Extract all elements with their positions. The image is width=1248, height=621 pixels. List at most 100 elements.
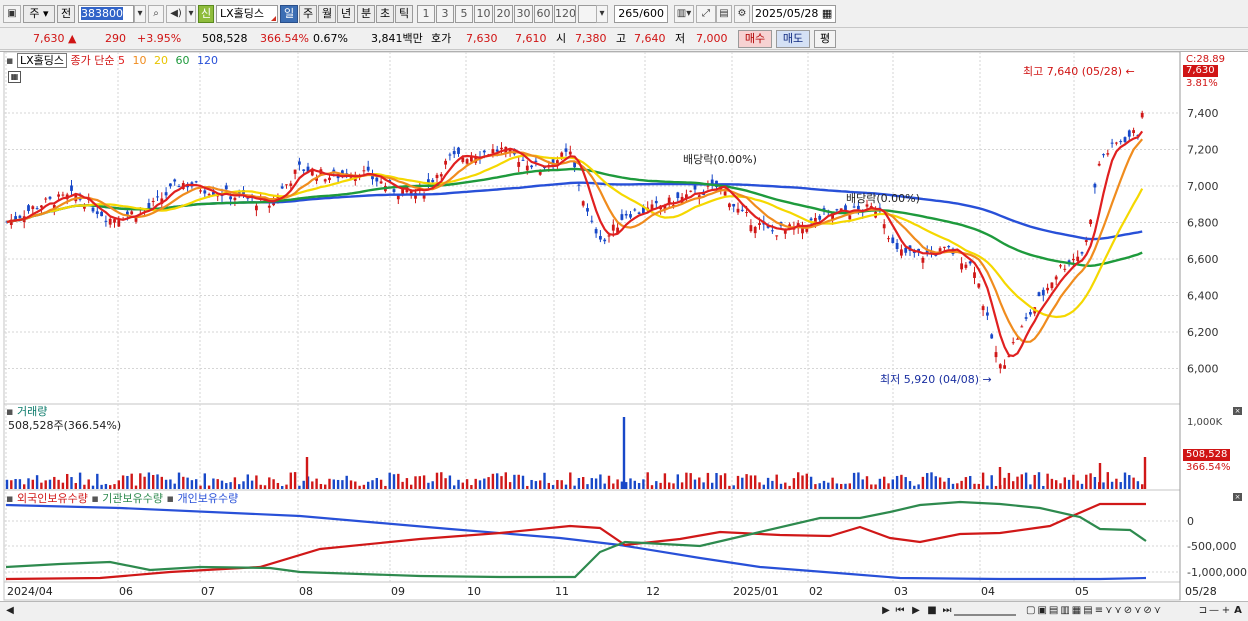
period-tick-button[interactable]: 틱 — [395, 5, 413, 23]
volume-bar — [156, 474, 159, 489]
candle-type-icon[interactable]: ▥▾ — [674, 5, 694, 23]
period-minute-button[interactable]: 분 — [357, 5, 375, 23]
period-week-button[interactable]: 주 — [299, 5, 317, 23]
interval-60-button[interactable]: 60 — [534, 5, 553, 23]
chart-canvas[interactable]: 7,400 7,200 7,000 6,800 6,600 6,400 6,200 6,000… — [0, 52, 1248, 602]
individual-holdings-label[interactable]: 개인보유수량 — [177, 492, 238, 505]
ma-5-label[interactable]: 5 — [118, 54, 125, 67]
table-view-icon[interactable]: ▦ — [8, 71, 21, 83]
candle-body — [130, 211, 134, 215]
stock-name-box[interactable]: LX홀딩스 — [16, 53, 67, 68]
speaker-icon[interactable]: ◀) — [166, 5, 186, 23]
volume-bar — [646, 472, 649, 489]
count-field[interactable]: 265/600 — [614, 5, 668, 23]
date-input[interactable]: 2025/05/28 ▦ — [752, 5, 836, 23]
scroll-left-icon[interactable]: ◀ — [4, 605, 16, 619]
interval-1-button[interactable]: 1 — [417, 5, 435, 23]
volume-bar — [220, 480, 224, 489]
stock-code-input[interactable]: 383800 — [78, 5, 134, 23]
volume-bar — [190, 480, 194, 489]
candle-body — [620, 214, 624, 220]
candle-body — [379, 181, 383, 184]
foreign-holdings-label[interactable]: 외국인보유수량 — [17, 492, 88, 505]
volume-bar — [650, 485, 654, 489]
volume-bar — [887, 483, 890, 489]
candle-body — [280, 186, 284, 189]
scroll-play-icon[interactable]: ▶ — [910, 605, 922, 619]
interval-3-button[interactable]: 3 — [436, 5, 454, 23]
speaker-dropdown-icon[interactable]: ▾ — [186, 5, 196, 23]
interval-20-button[interactable]: 20 — [494, 5, 513, 23]
credit-badge[interactable]: 신 — [198, 5, 214, 23]
gear-icon[interactable]: ⚙ — [734, 5, 750, 23]
chart-area[interactable]: 7,400 7,200 7,000 6,800 6,600 6,400 6,200 6,000… — [0, 51, 1248, 601]
code-dropdown-icon[interactable]: ▾ — [134, 5, 146, 23]
sell-button[interactable]: 매도 — [776, 30, 810, 48]
volume-bar — [298, 485, 301, 489]
zoom-out-icon[interactable]: — — [1208, 605, 1220, 619]
zoom-fit-icon[interactable]: ⊐ — [1198, 605, 1208, 619]
volume-bar — [956, 483, 959, 489]
scroll-first-icon[interactable]: ⏮ — [894, 605, 906, 619]
volume-bar — [642, 479, 645, 489]
period-second-button[interactable]: 초 — [376, 5, 394, 23]
ma-10-label[interactable]: 10 — [132, 54, 146, 67]
candle-body — [1119, 141, 1123, 143]
volume-bar — [908, 481, 912, 489]
interval-30-button[interactable]: 30 — [514, 5, 533, 23]
volume-bar — [1067, 479, 1071, 489]
calendar-icon[interactable]: ▦ — [822, 7, 832, 20]
holdings-close-icon[interactable]: × — [1233, 493, 1242, 501]
volume-bar — [680, 482, 684, 489]
zoom-in-icon[interactable]: + — [1220, 605, 1232, 619]
volume-value: 508,528 — [202, 32, 248, 45]
scroll-end-icon[interactable]: ⏭ — [941, 605, 953, 619]
buy-button[interactable]: 매수 — [738, 30, 772, 48]
scroll-stop-icon[interactable]: ■ — [926, 605, 938, 619]
average-button[interactable]: 평 — [814, 30, 836, 48]
price-y-tick: 7,200 — [1187, 144, 1219, 157]
volume-bar — [87, 479, 90, 489]
zoom-slider[interactable] — [954, 608, 1016, 616]
volume-close-icon[interactable]: × — [1233, 407, 1242, 415]
volume-bar — [818, 483, 821, 489]
interval-5-button[interactable]: 5 — [455, 5, 473, 23]
layout-icon[interactable]: ▣ — [3, 5, 21, 23]
candle-body — [203, 190, 207, 194]
price-change-pct: +3.95% — [137, 32, 182, 45]
x-tick-label: 2025/01 — [733, 585, 779, 598]
interval-10-button[interactable]: 10 — [474, 5, 493, 23]
ma-120-label[interactable]: 120 — [197, 54, 218, 67]
candle-body — [1089, 219, 1092, 225]
volume-bar — [870, 484, 873, 489]
candle-body — [981, 306, 985, 311]
candle-body — [18, 215, 22, 218]
save-icon[interactable]: ▤ — [716, 5, 732, 23]
chart-scrollbar[interactable]: ◀ ▶ ⏮ ▶ ■ ⏭ ▢▣▤▥▦▤≡⋎⋎⊘⋎⊘⋎ ⊐ — + A — [0, 601, 1248, 621]
period-month-button[interactable]: 월 — [318, 5, 336, 23]
volume-bar — [362, 484, 366, 489]
scroll-right-icon[interactable]: ▶ — [880, 605, 892, 619]
period-year-button[interactable]: 년 — [337, 5, 355, 23]
volume-bar — [590, 478, 593, 489]
volume-bar — [440, 472, 443, 489]
volume-bar — [792, 478, 796, 489]
interval-dropdown-icon[interactable]: ▾ — [596, 5, 608, 23]
candle-body — [1093, 183, 1097, 188]
institution-holdings-label[interactable]: 기관보유수량 — [102, 492, 163, 505]
ma-20-label[interactable]: 20 — [154, 54, 168, 67]
volume-pct-tag: 366.54% — [1186, 462, 1231, 473]
interval-120-button[interactable]: 120 — [554, 5, 576, 23]
ma-60-label[interactable]: 60 — [175, 54, 189, 67]
period-day-button[interactable]: 일 — [280, 5, 298, 23]
search-icon[interactable]: ⌕ — [148, 5, 164, 23]
font-size-icon[interactable]: A — [1232, 605, 1244, 619]
period-primary-select[interactable]: 주 ▾ — [23, 5, 55, 23]
stock-name-field[interactable]: LX홀딩스 — [216, 5, 278, 23]
volume-title[interactable]: 거래량 — [17, 405, 47, 418]
volume-bar — [461, 482, 464, 489]
tool-icons[interactable]: ▢▣▤▥▦▤≡⋎⋎⊘⋎⊘⋎ — [1026, 605, 1202, 619]
candle-body — [500, 147, 503, 150]
period-secondary-button[interactable]: 전 — [57, 5, 75, 23]
draw-tool-icon[interactable]: ⤢ — [696, 5, 716, 23]
